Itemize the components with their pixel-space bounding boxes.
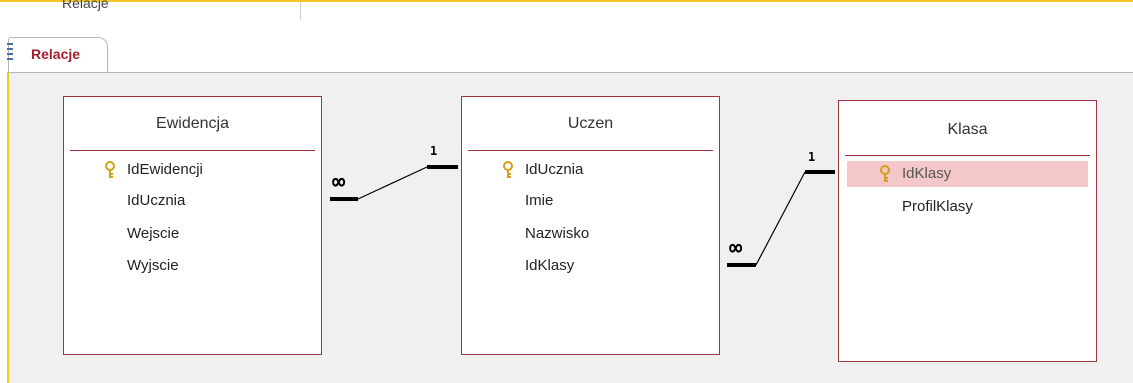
field-name: IdEwidencji (127, 161, 203, 178)
field-wyjscie[interactable]: Wyjscie (64, 253, 321, 279)
table-ewidencja[interactable]: Ewidencja IdEwidencji IdUcznia Wejscie W… (63, 96, 322, 355)
field-name: IdUcznia (525, 161, 584, 178)
field-nazwisko[interactable]: Nazwisko (462, 221, 719, 247)
field-name: IdKlasy (525, 257, 575, 274)
table-title: Ewidencja (156, 115, 229, 132)
field-name: Wyjscie (127, 257, 179, 274)
table-klasa[interactable]: Klasa IdKlasy ProfilKlasy (838, 100, 1097, 362)
divider (70, 150, 315, 151)
field-idklasy[interactable]: IdKlasy (462, 253, 719, 279)
field-name: ProfilKlasy (902, 198, 973, 215)
table-title: Uczen (567, 115, 614, 132)
one-marker: 1 (808, 150, 816, 164)
field-name: IdKlasy (902, 165, 952, 182)
field-name: Imie (525, 192, 554, 209)
divider (845, 155, 1090, 156)
many-marker: ∞ (729, 236, 743, 261)
field-idewidencji[interactable]: IdEwidencji (64, 157, 321, 183)
table-title: Klasa (947, 121, 988, 138)
field-name: Nazwisko (525, 225, 590, 242)
table-uczen[interactable]: Uczen IdUcznia Imie Nazwisko IdKlasy (461, 96, 720, 355)
field-iducznia[interactable]: IdUcznia (462, 157, 719, 183)
field-idklasy[interactable]: IdKlasy (847, 161, 1088, 187)
field-imie[interactable]: Imie (462, 188, 719, 214)
field-name: IdUcznia (127, 192, 186, 209)
relationship-uczen-klasa[interactable] (727, 170, 835, 267)
field-name: Wejscie (127, 225, 180, 242)
one-marker: 1 (430, 144, 438, 158)
field-profilklasy[interactable]: ProfilKlasy (839, 194, 1096, 220)
field-iducznia[interactable]: IdUcznia (64, 188, 321, 214)
key-icon (105, 161, 115, 178)
divider (468, 150, 713, 151)
relationship-ewidencja-uczen[interactable] (330, 165, 458, 201)
key-icon (503, 161, 513, 178)
field-wejscie[interactable]: Wejscie (64, 221, 321, 247)
many-marker: ∞ (332, 170, 346, 195)
key-icon (880, 165, 890, 182)
